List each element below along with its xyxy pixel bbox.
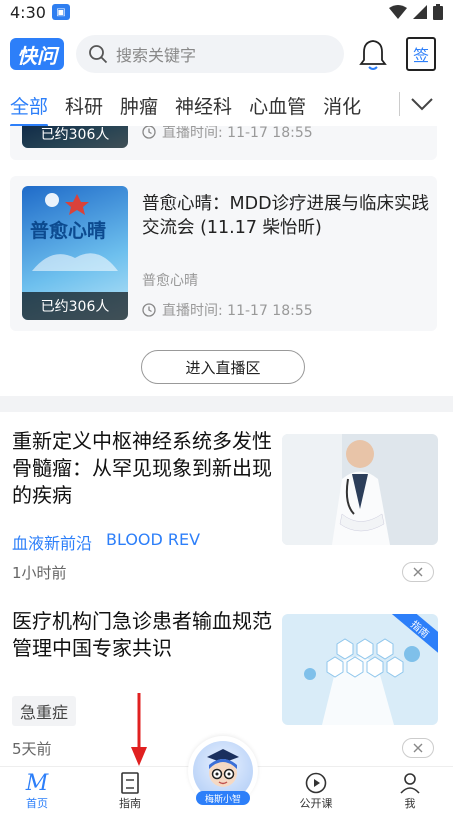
bell-icon [359, 40, 387, 70]
sign-in-label: 签 [412, 46, 429, 65]
live-thumbnail: 已约306人 [22, 126, 128, 148]
close-icon [413, 743, 423, 753]
live-host: 普愈心晴 [142, 273, 198, 289]
enter-live-button[interactable]: 进入直播区 [141, 350, 305, 384]
assistant-label: 梅斯小智 [196, 791, 250, 805]
sign-in-button[interactable]: 签 [406, 37, 436, 71]
article-item[interactable]: 重新定义中枢神经系统多发性骨髓瘤：从罕见现象到新出现的疾病 血液新前沿 BLOO… [0, 412, 453, 588]
system-icons [389, 4, 443, 20]
article-image [282, 434, 438, 545]
live-card[interactable]: 普愈心晴 已约306人 普愈心晴：MDD诊疗进展与临床实践交流会 (11.17 … [10, 176, 437, 331]
live-time-text: 直播时间: 11-17 18:55 [162, 303, 313, 319]
tab-neurology[interactable]: 神经科 [175, 92, 232, 119]
live-title[interactable]: 普愈心晴：MDD诊疗进展与临床实践交流会 (11.17 柴怡昕) [142, 192, 432, 240]
live-thumbnail: 普愈心晴 已约306人 [22, 186, 128, 320]
doctor-image [282, 434, 438, 545]
article-tag[interactable]: 血液新前沿 [12, 530, 92, 554]
live-card[interactable]: 已约306人 直播时间: 11-17 18:55 [10, 126, 437, 160]
section-separator [0, 396, 453, 412]
live-time: 直播时间: 11-17 18:55 [142, 126, 313, 142]
nav-home[interactable]: M 首页 [7, 771, 67, 811]
article-category-chip[interactable]: 急重症 [12, 696, 77, 726]
nav-open-course[interactable]: 公开课 [286, 771, 346, 811]
dismiss-button[interactable] [402, 562, 434, 582]
search-input[interactable]: 搜索关键字 [76, 35, 344, 73]
app-notification-icon: ▣ [51, 4, 70, 20]
play-circle-icon [305, 772, 327, 794]
annotation-arrow [131, 693, 147, 766]
nav-me-label: 我 [404, 797, 416, 810]
nav-guide-label: 指南 [119, 797, 141, 810]
article-title[interactable]: 医疗机构门急诊患者输血规范管理中国专家共识 [12, 608, 272, 662]
article-time: 5天前 [12, 740, 52, 758]
status-bar: 4:30 ▣ [0, 0, 453, 24]
clock-icon [142, 126, 156, 139]
live-viewers: 已约306人 [22, 126, 128, 148]
nav-guide[interactable]: 指南 [100, 771, 160, 811]
article-time: 1小时前 [12, 564, 67, 582]
home-m-icon: M [25, 770, 49, 796]
chevron-down-icon[interactable] [410, 94, 434, 114]
close-icon [413, 567, 423, 577]
tab-research[interactable]: 科研 [65, 92, 103, 119]
tab-all[interactable]: 全部 [10, 92, 49, 127]
tab-oncology[interactable]: 肿瘤 [120, 92, 158, 119]
top-bar: 快问 搜索关键字 签 [0, 28, 453, 80]
dismiss-button[interactable] [402, 738, 434, 758]
notification-bell-button[interactable] [358, 37, 388, 71]
search-placeholder: 搜索关键字 [116, 46, 197, 65]
nav-me[interactable]: 我 [380, 771, 440, 811]
guide-book-icon [121, 772, 139, 794]
wifi-icon [389, 5, 407, 19]
app-logo[interactable]: 快问 [10, 38, 64, 70]
article-image: 指南 [282, 614, 438, 725]
signal-icon [413, 5, 427, 19]
tab-gastro[interactable]: 消化 [323, 92, 361, 119]
battery-icon [433, 4, 443, 20]
live-viewers: 已约306人 [22, 292, 128, 320]
nav-course-label: 公开课 [299, 797, 333, 810]
article-title[interactable]: 重新定义中枢神经系统多发性骨髓瘤：从罕见现象到新出现的疾病 [12, 428, 272, 509]
article-tags: 血液新前沿 BLOOD REV [12, 530, 200, 554]
user-icon [400, 773, 420, 794]
content-feed[interactable]: 已约306人 直播时间: 11-17 18:55 普愈心晴 已约306人 普愈心… [0, 126, 453, 766]
live-time: 直播时间: 11-17 18:55 [142, 300, 313, 320]
clock-icon [142, 303, 156, 317]
thumbnail-title: 普愈心晴 [30, 220, 107, 242]
status-time: 4:30 [10, 2, 46, 22]
tab-cardiology[interactable]: 心血管 [249, 92, 306, 119]
nav-home-label: 首页 [26, 797, 48, 810]
search-icon [89, 45, 108, 64]
category-tabs: 全部 科研 肿瘤 神经科 心血管 消化 [0, 84, 453, 127]
live-time-text: 直播时间: 11-17 18:55 [162, 126, 313, 141]
tab-divider [399, 92, 400, 116]
article-tag[interactable]: BLOOD REV [106, 530, 200, 554]
